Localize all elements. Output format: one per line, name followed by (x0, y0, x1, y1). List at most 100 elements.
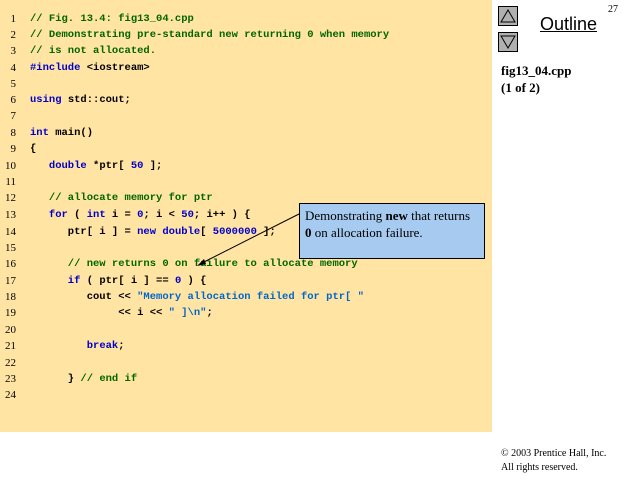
code-line: 10 double *ptr[ 50 ]; (0, 158, 492, 174)
file-name: fig13_04.cpp (501, 63, 572, 78)
code-token: ( (67, 209, 87, 221)
file-part: (1 of 2) (501, 80, 540, 95)
code-line: 11 (0, 174, 492, 190)
code-token: ( ptr[ i ] == (80, 275, 175, 287)
previous-slide-button[interactable] (498, 6, 518, 26)
callout-text: on allocation failure. (311, 225, 423, 240)
line-number: 12 (5, 192, 16, 204)
code-text: // Demonstrating pre-standard new return… (30, 29, 390, 41)
code-text: using std::cout; (30, 92, 131, 108)
line-number: 11 (5, 176, 16, 188)
callout-bold: new (385, 208, 408, 223)
code-token: 50 (181, 209, 194, 221)
code-token: double (162, 226, 201, 238)
line-number: 13 (5, 209, 16, 221)
code-text: ptr[ i ] = new double[ 5000000 ]; (30, 224, 276, 240)
line-number: 15 (5, 242, 16, 254)
line-number: 4 (10, 62, 17, 74)
code-token: ; (206, 307, 213, 319)
code-token: #include (30, 62, 81, 74)
code-text: { (30, 143, 37, 155)
code-line: 24 (0, 387, 492, 403)
code-line: 19 << i << " ]\n"; (0, 305, 492, 321)
code-token: int (86, 209, 106, 221)
code-token: << i << (30, 307, 169, 319)
code-token: for (30, 209, 68, 221)
code-line: 7 (0, 108, 492, 124)
code-line: 18 cout << "Memory allocation failed for… (0, 289, 492, 305)
line-number: 21 (5, 340, 16, 352)
line-number: 3 (10, 45, 17, 57)
line-number: 5 (10, 78, 17, 90)
code-token: if (30, 275, 81, 287)
code-token: double (30, 160, 87, 172)
line-number: 17 (5, 275, 16, 287)
code-text: #include <iostream> (30, 60, 150, 76)
code-line: 2 // Demonstrating pre-standard new retur… (0, 27, 492, 43)
line-number: 16 (5, 258, 16, 270)
line-number: 7 (10, 110, 17, 122)
code-text: << i << " ]\n"; (30, 305, 213, 321)
code-text: // is not allocated. (30, 45, 157, 57)
code-token: main() (48, 127, 94, 139)
line-number: 8 (10, 127, 17, 139)
line-number: 23 (5, 373, 16, 385)
code-token: cout << (30, 291, 138, 303)
code-line: 4 #include <iostream> (0, 60, 492, 76)
code-token: ]; (256, 226, 276, 238)
code-token: using (30, 94, 62, 106)
code-token: ; i++ ) { (193, 209, 251, 221)
next-slide-button[interactable] (498, 32, 518, 52)
code-text: if ( ptr[ i ] == 0 ) { (30, 273, 207, 289)
line-number: 2 (10, 29, 17, 41)
code-token: ) { (181, 275, 207, 287)
code-token: i = (105, 209, 138, 221)
code-text: // allocate memory for ptr (30, 192, 213, 204)
code-line: 17 if ( ptr[ i ] == 0 ) { (0, 273, 492, 289)
line-number: 9 (10, 143, 17, 155)
code-text: int main() (30, 125, 93, 141)
line-number: 14 (5, 226, 16, 238)
code-token: int (30, 127, 49, 139)
line-number: 20 (5, 324, 16, 336)
code-line: 20 (0, 322, 492, 338)
code-token: 50 (130, 160, 144, 172)
code-line: 21 break; (0, 338, 492, 354)
code-token: // end if (80, 373, 138, 385)
callout-text: Demonstrating (305, 208, 386, 223)
code-line: 9{ (0, 141, 492, 157)
code-text: for ( int i = 0; i < 50; i++ ) { (30, 207, 251, 223)
code-line: 22 (0, 355, 492, 371)
code-token: ptr[ i ] = (30, 226, 138, 238)
code-text: double *ptr[ 50 ]; (30, 158, 162, 174)
code-text: break; (30, 338, 125, 354)
code-line: 8 int main() (0, 125, 492, 141)
triangle-down-icon (500, 35, 516, 49)
outline-link[interactable]: Outline (540, 14, 597, 35)
code-line: 23 } // end if (0, 371, 492, 387)
code-token: } (30, 373, 81, 385)
code-token: <iostream> (80, 62, 150, 74)
code-token: ]; (143, 160, 163, 172)
line-number: 10 (5, 160, 16, 172)
line-number: 22 (5, 357, 16, 369)
line-number: 6 (10, 94, 17, 106)
callout-box: Demonstrating new that returns 0 on allo… (299, 203, 485, 259)
code-line: 6 using std::cout; (0, 92, 492, 108)
callout-text: that returns (407, 208, 470, 223)
line-number: 24 (5, 389, 16, 401)
code-text: cout << "Memory allocation failed for pt… (30, 289, 364, 305)
code-line: 1 // Fig. 13.4: fig13_04.cpp (0, 11, 492, 27)
line-number: 19 (5, 307, 16, 319)
line-number: 1 (10, 13, 17, 25)
code-token: "Memory allocation failed for ptr[ " (137, 291, 364, 303)
code-text: } // end if (30, 371, 137, 387)
page-number: 27 (608, 4, 618, 15)
code-line: 3 // is not allocated. (0, 43, 492, 59)
code-token: new (137, 226, 157, 238)
code-line: 5 (0, 76, 492, 92)
rights-reserved: All rights reserved. (501, 462, 578, 473)
code-token: std::cout; (61, 94, 131, 106)
code-token: break (86, 340, 119, 352)
code-token: [ (200, 226, 213, 238)
